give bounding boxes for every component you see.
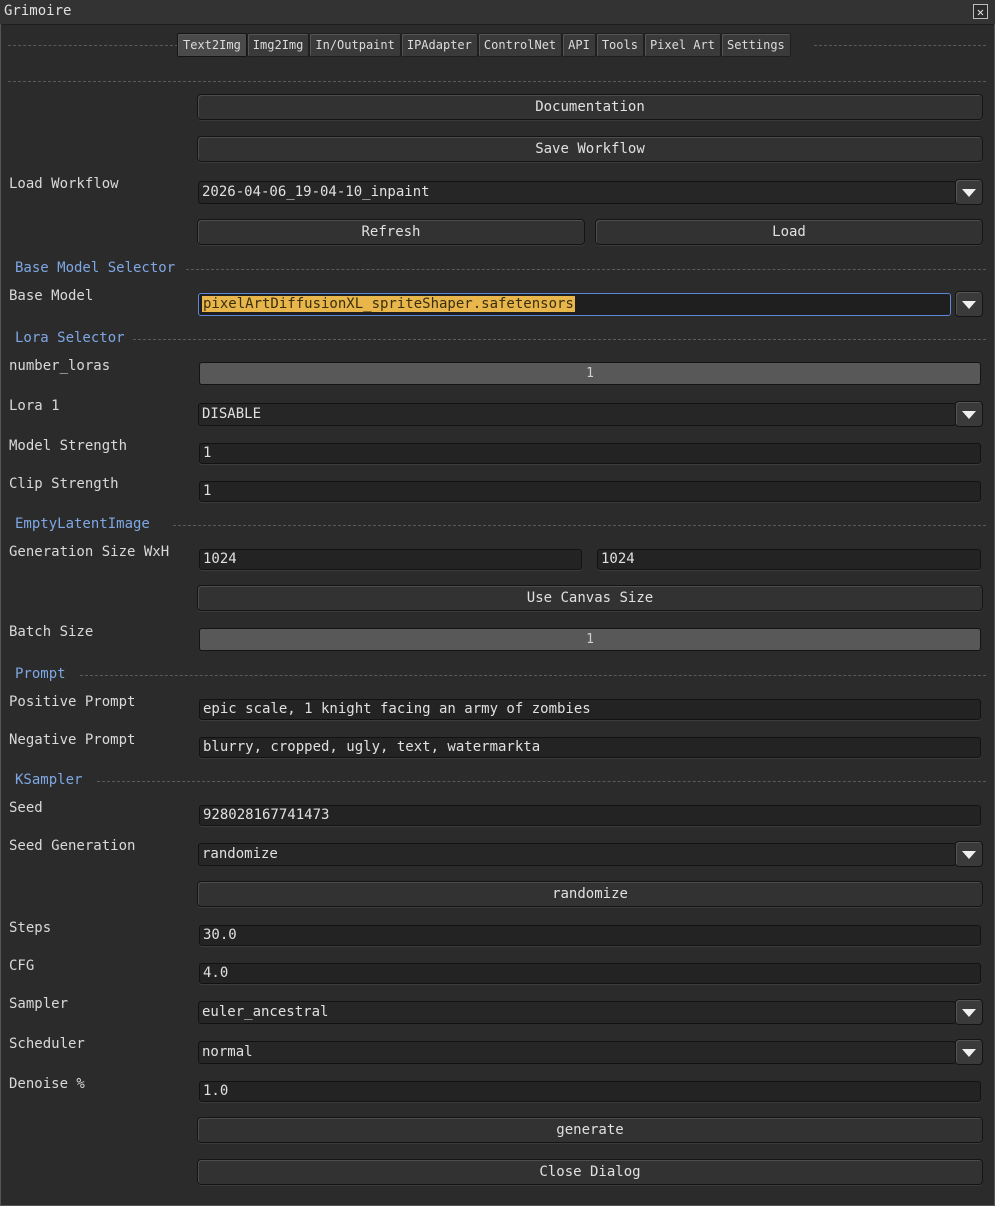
divider [173, 525, 986, 526]
divider [133, 339, 986, 340]
seed-input[interactable]: 928028167741473 [199, 805, 981, 826]
base-model-select[interactable]: pixelArtDiffusionXL_spriteShaper.safeten… [198, 293, 951, 316]
tab-img2img[interactable]: Img2Img [246, 33, 310, 57]
divider [8, 81, 986, 82]
close-dialog-button[interactable]: Close Dialog [197, 1159, 983, 1185]
divider [8, 45, 178, 46]
sampler-label: Sampler [9, 996, 69, 1012]
negative-prompt-label: Negative Prompt [9, 732, 136, 748]
batch-size-slider[interactable]: 1 [199, 628, 981, 651]
base-model-label: Base Model [9, 288, 94, 304]
negative-prompt-input[interactable]: blurry, cropped, ugly, text, watermarkta [199, 737, 981, 758]
scheduler-label: Scheduler [9, 1036, 85, 1052]
clip-strength-input[interactable]: 1 [199, 481, 981, 502]
tab-bar: Text2Img Img2Img In/Outpaint IPAdapter C… [177, 33, 791, 57]
clip-strength-label: Clip Strength [9, 476, 119, 492]
section-ksampler: KSampler [15, 772, 83, 788]
chevron-down-icon[interactable] [955, 999, 983, 1025]
load-button[interactable]: Load [595, 219, 983, 245]
section-latent: EmptyLatentImage [15, 516, 150, 532]
seed-generation-label: Seed Generation [9, 838, 136, 854]
use-canvas-size-button[interactable]: Use Canvas Size [197, 585, 983, 611]
refresh-button[interactable]: Refresh [197, 219, 585, 245]
width-input[interactable]: 1024 [199, 549, 582, 570]
steps-label: Steps [9, 920, 52, 936]
close-icon[interactable]: ✕ [973, 4, 988, 19]
generation-size-label: Generation Size WxH [9, 544, 170, 560]
number-loras-label: number_loras [9, 358, 111, 374]
generate-button[interactable]: generate [197, 1117, 983, 1143]
batch-size-label: Batch Size [9, 624, 94, 640]
tab-api[interactable]: API [562, 33, 596, 57]
cfg-label: CFG [9, 958, 35, 974]
chevron-down-icon[interactable] [955, 1039, 983, 1065]
chevron-down-icon[interactable] [955, 291, 983, 317]
chevron-down-icon[interactable] [955, 179, 983, 205]
scheduler-select[interactable]: normal [198, 1041, 956, 1064]
tab-inoutpaint[interactable]: In/Outpaint [309, 33, 401, 57]
divider [97, 781, 986, 782]
lora-1-label: Lora 1 [9, 398, 60, 414]
denoise-input[interactable]: 1.0 [199, 1081, 981, 1102]
save-workflow-button[interactable]: Save Workflow [197, 136, 983, 162]
tab-text2img[interactable]: Text2Img [177, 33, 247, 57]
window-title: Grimoire [4, 3, 72, 19]
title-bar: Grimoire ✕ [0, 0, 995, 25]
number-loras-slider[interactable]: 1 [199, 362, 981, 385]
documentation-button[interactable]: Documentation [197, 94, 983, 120]
model-strength-label: Model Strength [9, 438, 128, 454]
positive-prompt-label: Positive Prompt [9, 694, 136, 710]
workflow-select[interactable]: 2026-04-06_19-04-10_inpaint [198, 181, 956, 204]
tab-pixel-art[interactable]: Pixel Art [643, 33, 721, 57]
section-prompt: Prompt [15, 666, 66, 682]
load-workflow-label: Load Workflow [9, 176, 119, 192]
tab-ipadapter[interactable]: IPAdapter [400, 33, 478, 57]
divider [80, 675, 986, 676]
tab-tools[interactable]: Tools [595, 33, 644, 57]
seed-generation-select[interactable]: randomize [198, 843, 956, 866]
cfg-input[interactable]: 4.0 [199, 963, 981, 984]
section-lora: Lora Selector [15, 330, 125, 346]
chevron-down-icon[interactable] [955, 841, 983, 867]
randomize-button[interactable]: randomize [197, 881, 983, 907]
model-strength-input[interactable]: 1 [199, 443, 981, 464]
lora-1-select[interactable]: DISABLE [198, 403, 956, 426]
denoise-label: Denoise % [9, 1076, 85, 1092]
divider [814, 45, 986, 46]
steps-input[interactable]: 30.0 [199, 925, 981, 946]
tab-settings[interactable]: Settings [720, 33, 791, 57]
tab-controlnet[interactable]: ControlNet [477, 33, 563, 57]
seed-label: Seed [9, 800, 43, 816]
chevron-down-icon[interactable] [955, 401, 983, 427]
section-base-model: Base Model Selector [15, 260, 176, 276]
divider [186, 269, 986, 270]
height-input[interactable]: 1024 [597, 549, 981, 570]
base-model-value: pixelArtDiffusionXL_spriteShaper.safeten… [202, 296, 575, 312]
positive-prompt-input[interactable]: epic scale, 1 knight facing an army of z… [199, 699, 981, 720]
sampler-select[interactable]: euler_ancestral [198, 1001, 956, 1024]
